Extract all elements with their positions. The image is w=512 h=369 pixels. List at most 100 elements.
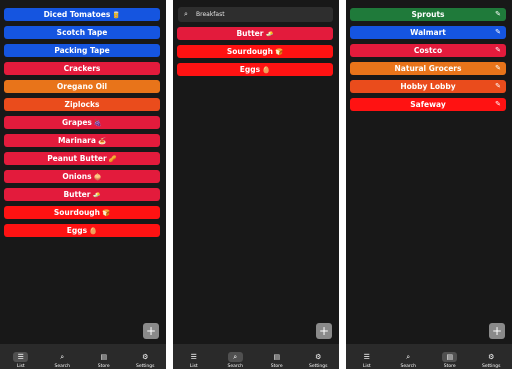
item-label: Peanut Butter	[47, 154, 107, 163]
pencil-icon[interactable]: ✎	[495, 44, 501, 57]
tab-label: Settings	[136, 364, 155, 369]
search-input[interactable]: ⌕ Breakfast	[178, 7, 333, 22]
tab-list[interactable]: ☰ List	[173, 344, 215, 369]
list-item[interactable]: Butter 🧈	[4, 188, 160, 201]
store-row[interactable]: Sprouts ✎	[350, 8, 506, 21]
tab-list[interactable]: ☰ List	[346, 344, 388, 369]
search-icon: ⌕	[60, 353, 65, 361]
list-item[interactable]: Eggs 🥚	[4, 224, 160, 237]
pencil-icon[interactable]: ✎	[495, 8, 501, 21]
item-label: Oregano Oil	[56, 82, 108, 91]
item-label: Grapes	[62, 118, 92, 127]
item-label: Crackers	[63, 64, 101, 73]
list-item[interactable]: Onions 🧅	[4, 170, 160, 183]
item-label: Hobby Lobby	[400, 82, 456, 91]
tab-store[interactable]: ▤ Store	[83, 344, 125, 369]
tab-list[interactable]: ☰ List	[0, 344, 42, 369]
store-row[interactable]: Natural Grocers ✎	[350, 62, 506, 75]
gear-icon: ⚙	[315, 353, 322, 361]
pencil-icon[interactable]: ✎	[495, 26, 501, 39]
item-emoji: 🧈	[92, 191, 101, 199]
store-row[interactable]: Walmart ✎	[350, 26, 506, 39]
bottom-nav: ☰ List ⌕ Search ▤ Store ⚙ Settings	[0, 344, 166, 369]
item-label: Onions	[62, 172, 92, 181]
tab-store[interactable]: ▤ Store	[429, 344, 471, 369]
item-label: Butter	[236, 29, 264, 38]
list-icon: ☰	[13, 352, 29, 362]
add-button[interactable]: +	[489, 323, 505, 339]
item-label: Safeway	[410, 100, 446, 109]
list-item[interactable]: Diced Tomatoes 🥫	[4, 8, 160, 21]
item-emoji: 🥫	[112, 11, 121, 19]
bottom-nav: ☰ List ⌕ Search ▤ Store ⚙ Settings	[173, 344, 339, 369]
list-item[interactable]: Butter 🧈	[177, 27, 333, 40]
store-list: Sprouts ✎ Walmart ✎ Costco ✎ Natural Grocers ✎ H…	[350, 8, 506, 116]
item-label: Marinara	[57, 136, 96, 145]
tab-settings[interactable]: ⚙ Settings	[298, 344, 340, 369]
tab-search[interactable]: ⌕ Search	[42, 344, 84, 369]
item-emoji: 🧅	[93, 173, 102, 181]
item-label: Costco	[413, 46, 443, 55]
store-icon: ▤	[442, 352, 458, 362]
item-label: Sprouts	[411, 10, 445, 19]
tab-label: List	[16, 364, 25, 369]
store-row[interactable]: Safeway ✎	[350, 98, 506, 111]
list-item[interactable]: Peanut Butter 🥜	[4, 152, 160, 165]
list-item[interactable]: Sourdough 🍞	[177, 45, 333, 58]
list-icon: ☰	[363, 353, 370, 361]
tab-label: Settings	[482, 364, 501, 369]
search-icon: ⌕	[227, 352, 243, 362]
bottom-nav: ☰ List ⌕ Search ▤ Store ⚙ Settings	[346, 344, 512, 369]
list-item[interactable]: Scotch Tape	[4, 26, 160, 39]
item-emoji: 🍝	[97, 137, 107, 145]
shopping-list: Diced Tomatoes 🥫 Scotch Tape Packing Tape Cr…	[4, 8, 160, 242]
tab-store[interactable]: ▤ Store	[256, 344, 298, 369]
tab-label: Store	[270, 364, 283, 369]
store-row[interactable]: Costco ✎	[350, 44, 506, 57]
item-label: Packing Tape	[54, 46, 110, 55]
list-item[interactable]: Crackers	[4, 62, 160, 75]
add-button[interactable]: +	[316, 323, 332, 339]
item-emoji: 🥚	[262, 66, 271, 74]
item-emoji: 🍞	[102, 209, 111, 217]
tab-label: List	[189, 364, 198, 369]
search-icon: ⌕	[406, 353, 411, 361]
item-emoji: 🥜	[108, 155, 117, 163]
add-button[interactable]: +	[143, 323, 159, 339]
tab-label: Search	[54, 364, 70, 369]
tab-settings[interactable]: ⚙ Settings	[471, 344, 512, 369]
store-icon: ▤	[100, 353, 108, 361]
tab-label: Search	[400, 364, 416, 369]
search-icon: ⌕	[184, 10, 188, 18]
tab-label: Settings	[309, 364, 328, 369]
pencil-icon[interactable]: ✎	[495, 62, 501, 75]
search-value: Breakfast	[196, 11, 225, 18]
tab-label: Store	[443, 364, 456, 369]
item-label: Eggs	[239, 65, 261, 74]
list-icon: ☰	[190, 353, 197, 361]
search-screen: ⌕ Breakfast Butter 🧈 Sourdough 🍞 Eggs 🥚 + ☰ Li…	[173, 0, 339, 369]
tab-settings[interactable]: ⚙ Settings	[125, 344, 167, 369]
gear-icon: ⚙	[488, 353, 495, 361]
list-item[interactable]: Marinara 🍝	[4, 134, 160, 147]
item-label: Eggs	[66, 226, 88, 235]
tab-search[interactable]: ⌕ Search	[388, 344, 430, 369]
list-item[interactable]: Packing Tape	[4, 44, 160, 57]
item-label: Walmart	[410, 28, 446, 37]
list-screen: Diced Tomatoes 🥫 Scotch Tape Packing Tape Cr…	[0, 0, 166, 369]
list-item[interactable]: Eggs 🥚	[177, 63, 333, 76]
store-row[interactable]: Hobby Lobby ✎	[350, 80, 506, 93]
item-label: Natural Grocers	[394, 64, 462, 73]
gear-icon: ⚙	[142, 353, 149, 361]
list-item[interactable]: Grapes 🍇	[4, 116, 160, 129]
item-label: Scotch Tape	[56, 28, 108, 37]
list-item[interactable]: Ziplocks	[4, 98, 160, 111]
item-label: Sourdough	[53, 208, 101, 217]
tab-label: List	[362, 364, 371, 369]
list-item[interactable]: Oregano Oil	[4, 80, 160, 93]
item-label: Diced Tomatoes	[43, 10, 111, 19]
tab-search[interactable]: ⌕ Search	[215, 344, 257, 369]
list-item[interactable]: Sourdough 🍞	[4, 206, 160, 219]
pencil-icon[interactable]: ✎	[495, 98, 501, 111]
pencil-icon[interactable]: ✎	[495, 80, 501, 93]
